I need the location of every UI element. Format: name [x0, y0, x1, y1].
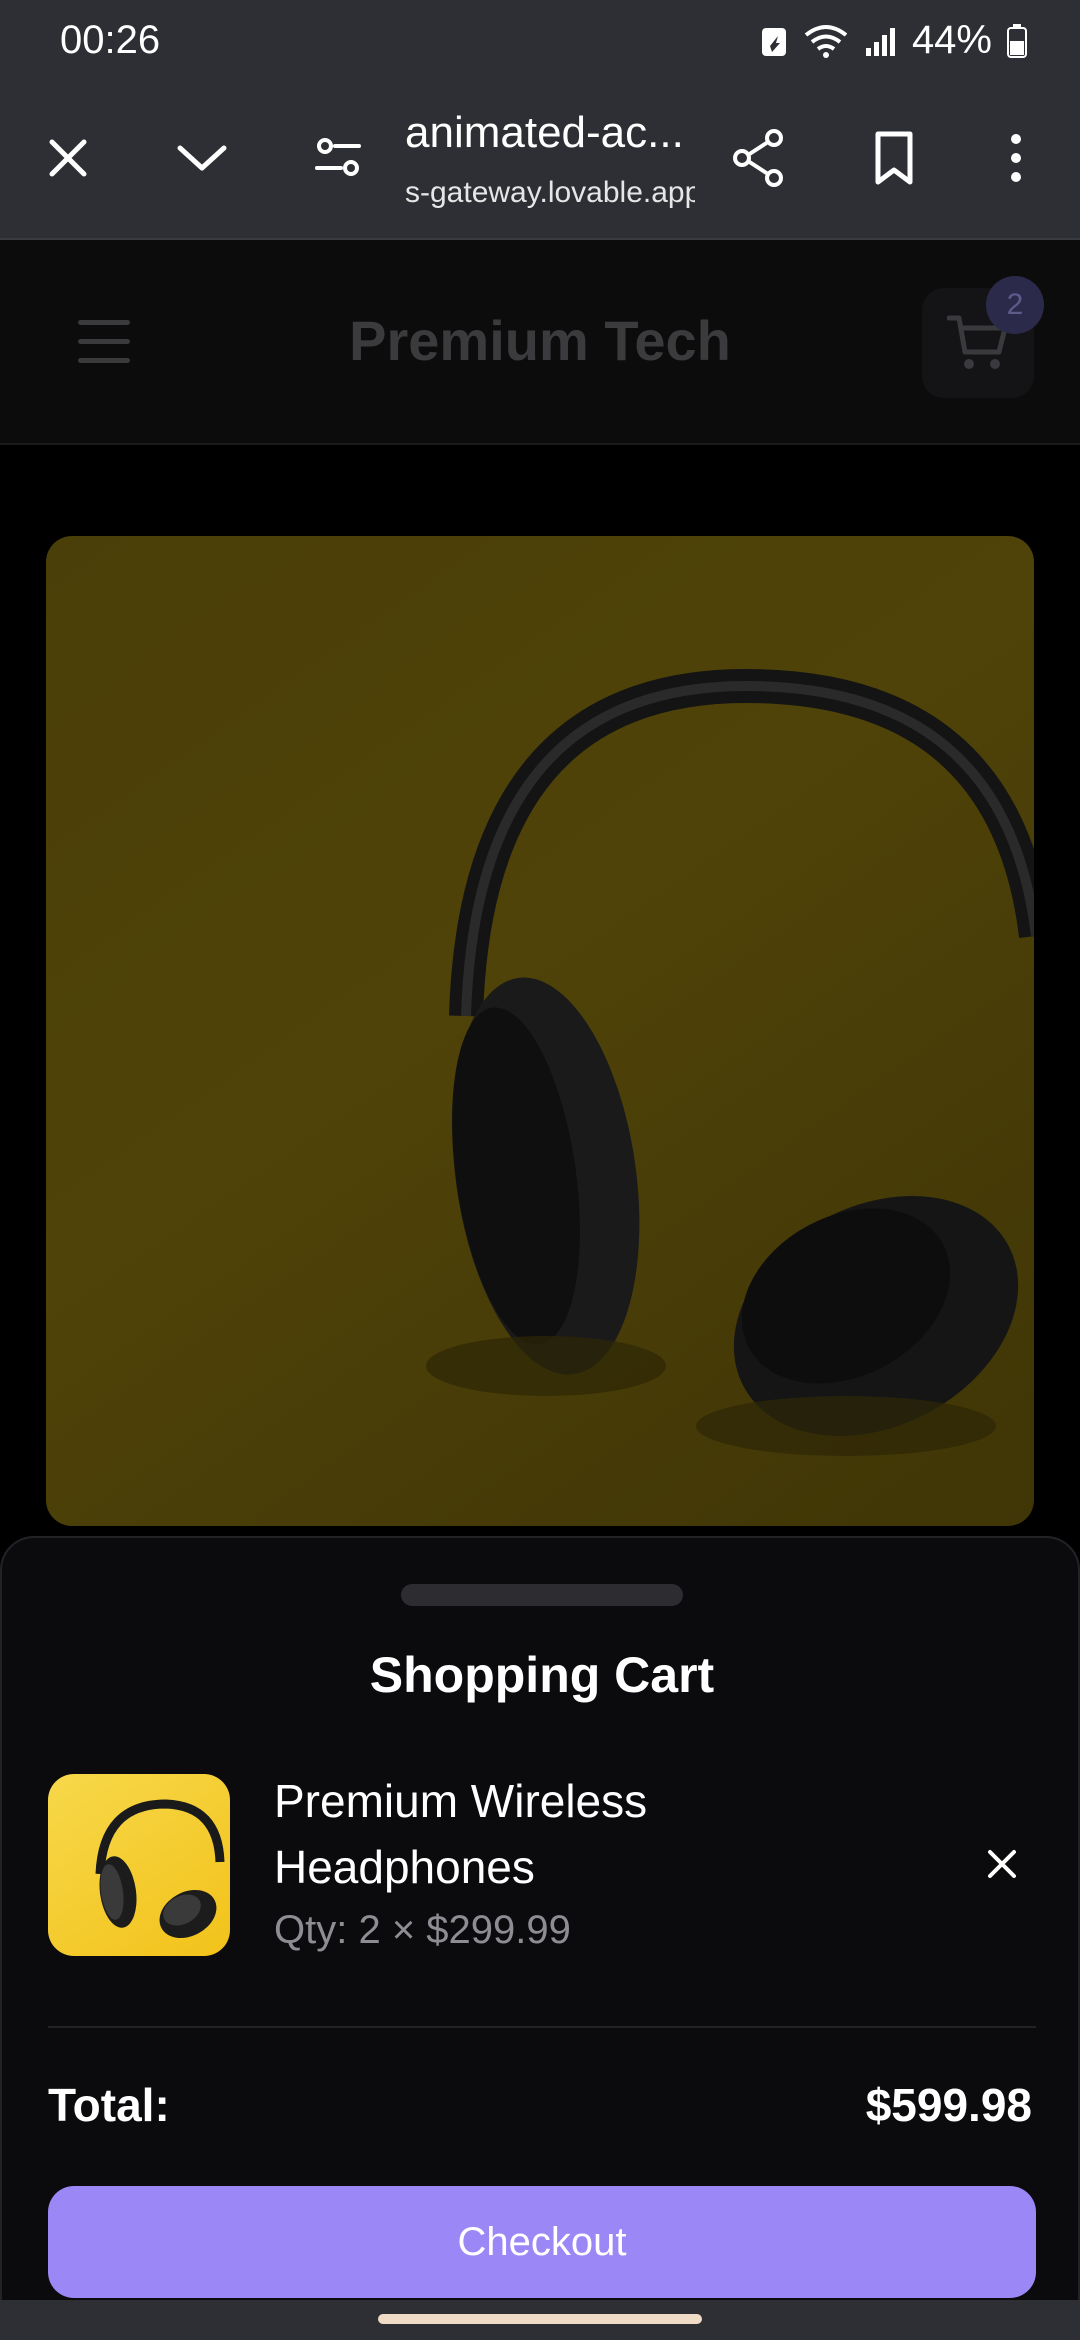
cart-title: Shopping Cart	[369, 1647, 715, 1703]
tune-icon	[315, 138, 361, 176]
product-image	[46, 536, 1034, 1526]
cart-item-quantity: Qty: 2 × $299.99	[274, 1908, 571, 1952]
status-time: 00:26	[60, 18, 161, 62]
close-icon	[49, 139, 87, 177]
bookmark-icon	[875, 131, 913, 185]
battery-icon	[1007, 23, 1027, 58]
cart-item-name: Premium Wireless Headphones	[274, 1775, 648, 1893]
headphones-thumbnail-icon	[95, 1799, 225, 1938]
site-settings-button[interactable]	[306, 126, 370, 190]
browser-toolbar: animated-ac... s-gateway.lovable.app	[0, 88, 1080, 240]
status-bar: 00:26 44%	[0, 0, 1080, 88]
total-value: $599.98	[865, 2079, 1032, 2131]
cart-count-badge: 2	[986, 276, 1044, 334]
checkout-button[interactable]: Checkout	[48, 2186, 1036, 2298]
total-label: Total:	[48, 2079, 170, 2131]
signal-icon	[865, 27, 895, 56]
close-icon	[988, 1850, 1016, 1878]
more-vert-icon	[1011, 134, 1021, 182]
headphones-illustration	[426, 668, 1034, 1456]
wifi-icon	[804, 24, 848, 58]
close-tab-button[interactable]	[36, 126, 100, 190]
status-indicators: 44%	[760, 18, 1028, 63]
share-icon	[733, 129, 783, 187]
bookmark-button[interactable]	[862, 126, 926, 190]
home-gesture-pill[interactable]	[378, 2314, 702, 2324]
more-options-button[interactable]	[984, 126, 1048, 190]
system-nav-bar	[0, 2300, 1080, 2340]
battery-percent: 44%	[911, 18, 992, 62]
site-header: Premium Tech 2	[0, 240, 1080, 445]
remove-item-button[interactable]	[976, 1838, 1028, 1890]
site-title: Premium Tech	[349, 309, 731, 372]
page-url-domain[interactable]: s-gateway.lovable.app	[405, 176, 695, 210]
page-url-title[interactable]: animated-ac...	[405, 108, 695, 158]
chevron-down-icon	[177, 145, 227, 171]
sheet-drag-handle[interactable]	[401, 1584, 683, 1606]
battery-saver-icon	[761, 27, 786, 56]
shopping-cart-sheet: Shopping Cart Premium Wireless Headphone…	[0, 1536, 1080, 2300]
share-button[interactable]	[726, 126, 790, 190]
divider	[48, 2026, 1036, 2028]
cart-item-thumbnail	[48, 1774, 230, 1956]
minimize-button[interactable]	[170, 126, 234, 190]
